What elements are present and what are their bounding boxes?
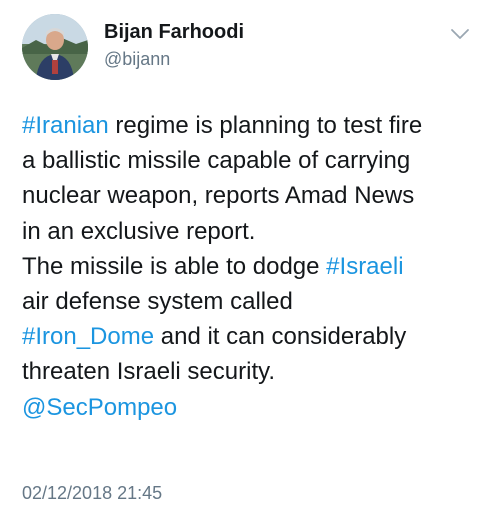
tweet-text-segment: air defense system called — [22, 287, 293, 315]
mention-link[interactable]: @SecPompeo — [22, 394, 177, 421]
author-handle[interactable]: @bijann — [104, 48, 170, 70]
tweet-line: in an exclusive report. — [22, 214, 472, 249]
tweet-text-segment: The missile is able to dodge — [22, 252, 327, 280]
tweet-timestamp[interactable]: 02/12/2018 21:45 — [22, 482, 162, 504]
tweet-line: The missile is able to dodge #Israeli — [22, 249, 472, 284]
tweet-line: #Iron_Dome and it can considerably — [22, 319, 472, 354]
tweet-text-segment: threaten Israeli security. — [22, 358, 275, 386]
tweet-text-segment: regime is planning to test fire — [108, 112, 423, 139]
chevron-down-icon[interactable] — [449, 26, 471, 42]
tweet-line: nuclear weapon, reports Amad News — [22, 178, 472, 213]
tweet-line: @SecPompeo — [22, 390, 472, 425]
author-display-name[interactable]: Bijan Farhoodi — [104, 20, 244, 44]
tweet-line: air defense system called — [22, 284, 472, 319]
hashtag-link[interactable]: #Iranian — [22, 112, 109, 139]
tweet-line: #Iranian regime is planning to test fire — [22, 108, 472, 143]
tweet-text-segment: and it can considerably — [154, 323, 407, 351]
tweet-line: threaten Israeli security. — [22, 354, 472, 389]
hashtag-link[interactable]: #Iron_Dome — [22, 323, 154, 350]
avatar[interactable] — [22, 14, 88, 80]
tweet-text-segment: in an exclusive report. — [22, 217, 256, 245]
hashtag-link[interactable]: #Israeli — [326, 253, 403, 280]
tweet-line: a ballistic missile capable of carrying — [22, 143, 472, 178]
profile-photo-icon — [22, 14, 88, 80]
tweet-text-segment: nuclear weapon, reports Amad News — [22, 182, 415, 210]
tweet-text-segment: a ballistic missile capable of carrying — [22, 147, 411, 175]
tweet-card: Bijan Farhoodi @bijann #Iranian regime i… — [0, 0, 488, 520]
tweet-text: #Iranian regime is planning to test fire… — [22, 108, 472, 425]
